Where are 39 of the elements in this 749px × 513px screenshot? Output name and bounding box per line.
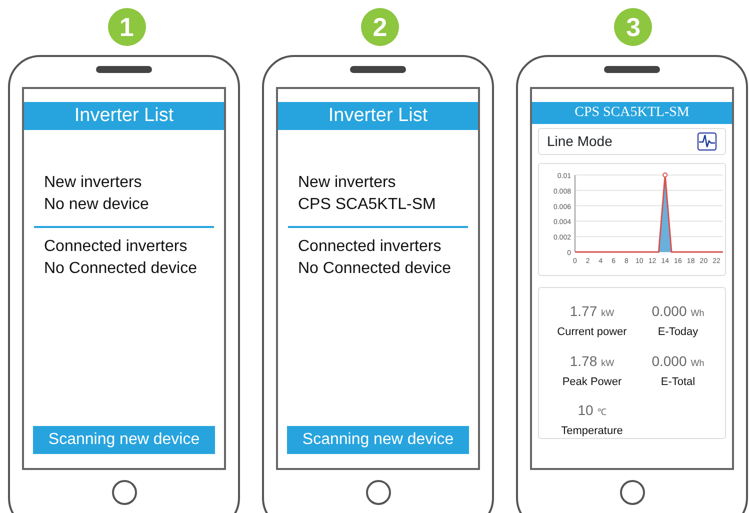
home-button[interactable] bbox=[112, 480, 136, 505]
step-number-badge: 1 bbox=[108, 8, 146, 46]
section-value: No new device bbox=[43, 195, 150, 215]
section-value: No Connected device bbox=[297, 259, 452, 279]
section-heading: New inverters bbox=[43, 173, 143, 193]
stat-value: 1.78 bbox=[570, 352, 598, 368]
stat-value: 0.000 bbox=[652, 303, 687, 319]
section-value: CPS SCA5KTL-SM bbox=[297, 195, 437, 215]
stat-unit: Wh bbox=[690, 358, 704, 368]
stat-unit: ℃ bbox=[597, 407, 606, 417]
section-heading: Connected inverters bbox=[297, 237, 442, 257]
stat-label: Current power bbox=[556, 325, 628, 340]
step-number-badge: 2 bbox=[360, 8, 399, 46]
stat-label: E-Today bbox=[656, 325, 700, 340]
stat-value: 0.000 bbox=[652, 352, 687, 368]
speaker-slot bbox=[604, 66, 660, 73]
home-button[interactable] bbox=[366, 480, 390, 505]
title-bar: CPS SCA5KTL-SM bbox=[532, 102, 732, 124]
home-button[interactable] bbox=[620, 480, 644, 505]
scan-button[interactable]: Scanning new device bbox=[33, 426, 215, 454]
stat-value: 10 bbox=[578, 402, 594, 418]
section-heading: New inverters bbox=[297, 173, 397, 193]
stat-unit: Wh bbox=[690, 308, 704, 318]
speaker-slot bbox=[350, 66, 406, 73]
stat-label: Peak Power bbox=[561, 374, 623, 390]
pulse-icon[interactable] bbox=[697, 132, 717, 151]
speaker-slot bbox=[96, 66, 152, 73]
section-heading: Connected inverters bbox=[43, 237, 188, 257]
title-bar: Inverter List bbox=[24, 102, 224, 130]
stat-unit: kW bbox=[601, 308, 614, 318]
step-number-badge: 3 bbox=[614, 8, 652, 46]
section-value: No Connected device bbox=[43, 259, 198, 279]
stat-label: Temperature bbox=[560, 424, 624, 439]
stat-value: 1.77 bbox=[570, 303, 598, 319]
scan-button[interactable]: Scanning new device bbox=[287, 426, 469, 454]
title-bar: Inverter List bbox=[278, 102, 478, 130]
mode-label: Line Mode bbox=[547, 132, 612, 151]
stat-unit: kW bbox=[601, 358, 614, 368]
stat-label: E-Total bbox=[660, 374, 696, 390]
